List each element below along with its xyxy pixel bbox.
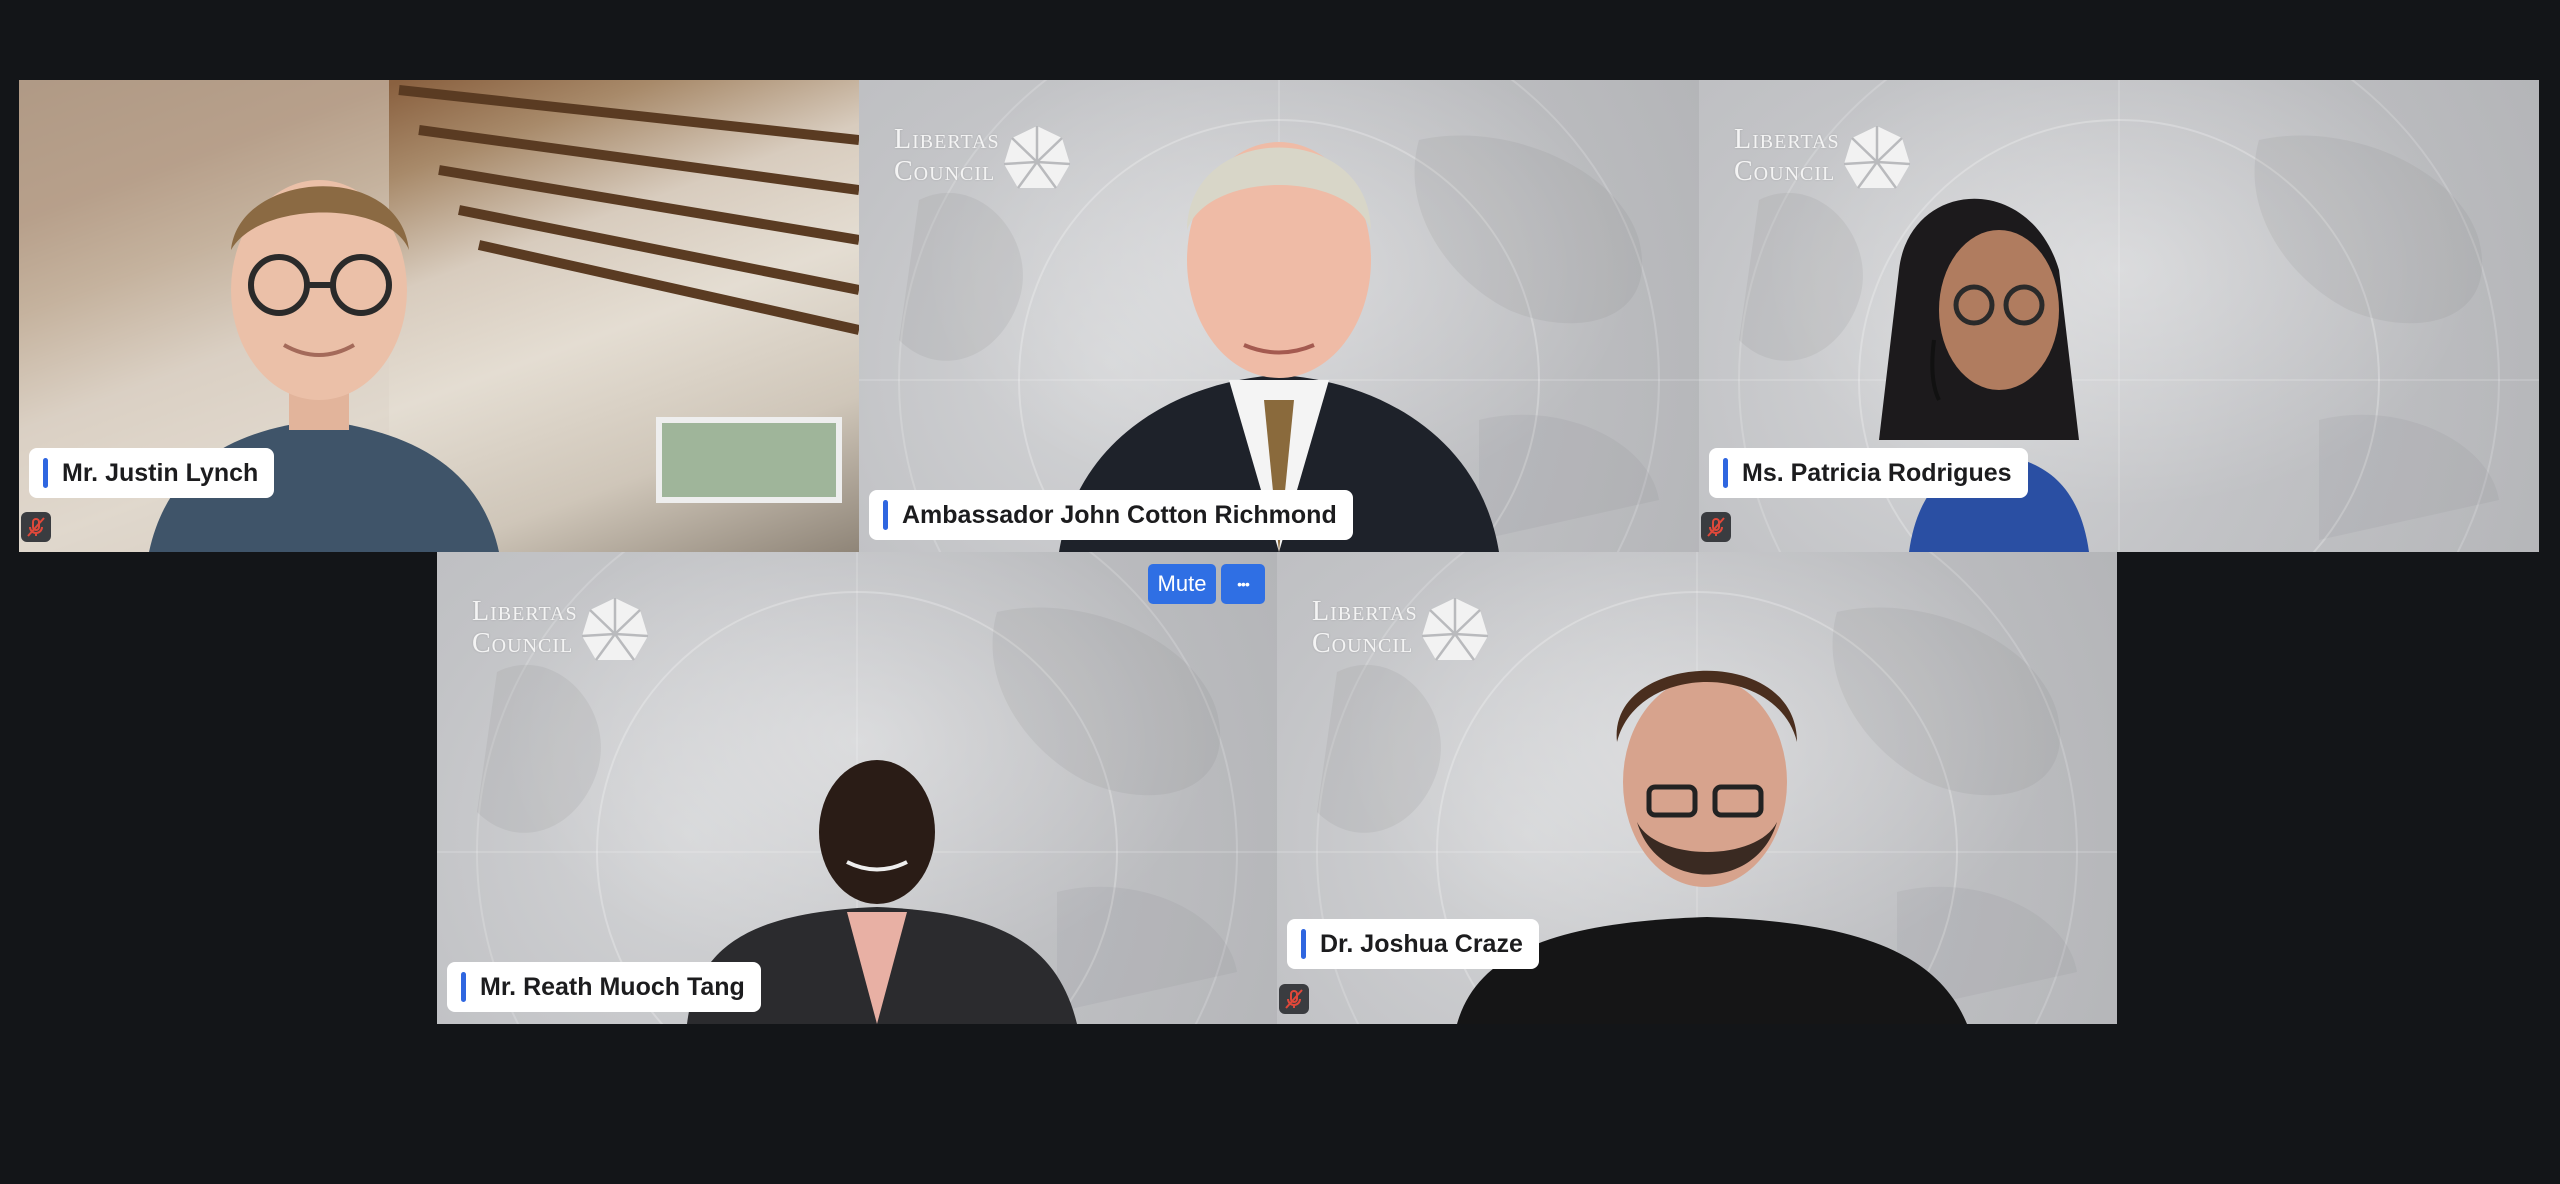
- participant-name: Ambassador John Cotton Richmond: [902, 500, 1337, 529]
- participant-name: Ms. Patricia Rodrigues: [1742, 458, 2012, 487]
- speaker-indicator: [43, 458, 48, 488]
- mute-label: Mute: [1157, 571, 1207, 596]
- video-tile-reath-muoch-tang[interactable]: Libertas Council Mr. Reath Muoch Tang Mu…: [437, 552, 1277, 1024]
- more-options-button[interactable]: •••: [1221, 564, 1265, 604]
- mic-off-icon: [1707, 517, 1725, 537]
- nameplate: Mr. Reath Muoch Tang: [447, 962, 761, 1012]
- mic-off-indicator: [21, 512, 51, 542]
- nameplate: Ms. Patricia Rodrigues: [1709, 448, 2028, 498]
- mute-button[interactable]: Mute: [1148, 564, 1216, 604]
- nameplate: Ambassador John Cotton Richmond: [869, 490, 1353, 540]
- speaker-indicator: [1301, 929, 1306, 959]
- video-tile-joshua-craze[interactable]: Libertas Council Dr. Joshua Craze: [1277, 552, 2117, 1024]
- nameplate: Mr. Justin Lynch: [29, 448, 275, 498]
- nameplate: Dr. Joshua Craze: [1287, 919, 1539, 969]
- more-icon: •••: [1237, 576, 1250, 592]
- speaker-indicator: [1723, 458, 1728, 488]
- participant-name: Dr. Joshua Craze: [1320, 929, 1523, 958]
- participant-name: Mr. Reath Muoch Tang: [480, 972, 745, 1001]
- participant-video-reath-muoch-tang: [687, 760, 1077, 1024]
- video-tile-justin-lynch[interactable]: Mr. Justin Lynch: [19, 80, 859, 552]
- mic-off-icon: [27, 517, 45, 537]
- mic-off-indicator: [1279, 984, 1309, 1014]
- speaker-indicator: [883, 500, 888, 530]
- participant-name: Mr. Justin Lynch: [62, 458, 259, 487]
- video-tile-patricia-rodrigues[interactable]: Libertas Council Ms. Patricia Rodrigues: [1699, 80, 2539, 552]
- mic-off-icon: [1285, 989, 1303, 1009]
- mic-off-indicator: [1701, 512, 1731, 542]
- participant-video-john-cotton-richmond: [1059, 142, 1499, 552]
- video-tile-john-cotton-richmond[interactable]: Libertas Council Ambassador John Cotton …: [859, 80, 1699, 552]
- speaker-indicator: [461, 972, 466, 1002]
